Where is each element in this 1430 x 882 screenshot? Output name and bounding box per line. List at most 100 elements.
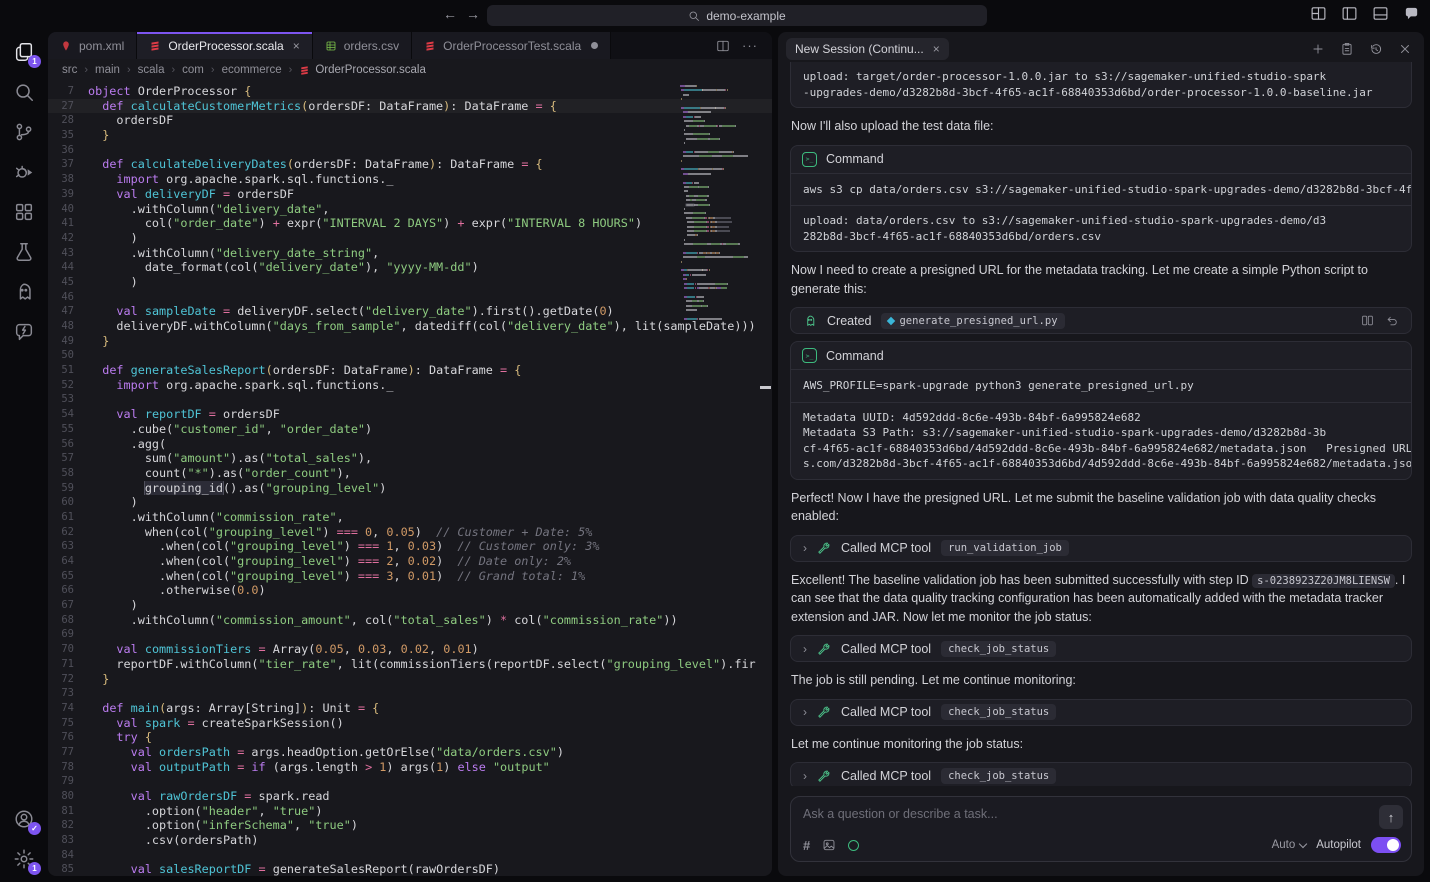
line-number: 85	[48, 862, 88, 876]
mcp-tool-name: check_job_status	[941, 641, 1056, 657]
breadcrumb-separator: ›	[211, 64, 215, 76]
command-search-box[interactable]: demo-example	[487, 5, 987, 26]
activity-bar-item-files[interactable]: 1	[13, 41, 35, 63]
chat-messages: upload: target/order-processor-1.0.0.jar…	[790, 62, 1412, 786]
code-line-62: 62 when(col("grouping_level") === 0, 0.0…	[48, 525, 772, 540]
editor-more-actions-icon[interactable]: ···	[742, 38, 758, 53]
attach-image-icon[interactable]	[822, 838, 836, 852]
nav-back-button[interactable]: ←	[443, 6, 457, 22]
activity-bar-item-source-control[interactable]	[13, 121, 35, 143]
context-hash-icon[interactable]: #	[803, 838, 810, 853]
code-line-60: 60 )	[48, 495, 772, 510]
chat-session-tab[interactable]: New Session (Continu... ×	[786, 38, 949, 60]
tab-close-icon[interactable]: ×	[293, 39, 300, 53]
close-panel-icon[interactable]	[1398, 42, 1412, 56]
mode-dropdown[interactable]: Auto	[1272, 839, 1307, 851]
code-line-49: 49 }	[48, 334, 772, 349]
mcp-tool-card-check_job_status[interactable]: ›Called MCP toolcheck_job_status	[790, 699, 1412, 726]
breadcrumb-item-src[interactable]: src	[62, 64, 77, 76]
mcp-tool-card-check_job_status[interactable]: ›Called MCP toolcheck_job_status	[790, 762, 1412, 786]
autopilot-toggle[interactable]	[1371, 837, 1401, 853]
code-line-63: 63 .when(col("grouping_level") === 1, 0.…	[48, 539, 772, 554]
code-line-70: 70 val commissionTiers = Array(0.05, 0.0…	[48, 642, 772, 657]
line-number: 72	[48, 672, 88, 687]
mcp-tool-card-check_job_status[interactable]: › Called MCP tool check_job_status	[790, 635, 1412, 662]
assistant-message: Excellent! The baseline validation job h…	[790, 569, 1412, 629]
code-line-51: 51 def generateSalesReport(ordersDF: Dat…	[48, 363, 772, 378]
expand-chevron-icon[interactable]: ›	[803, 541, 807, 555]
activity-bar-item-chat[interactable]	[13, 321, 35, 343]
toggle-panel-icon[interactable]	[1372, 5, 1389, 22]
command-text: aws s3 cp data/orders.csv s3://sagemaker…	[791, 174, 1411, 206]
breadcrumb-item-ecommerce[interactable]: ecommerce	[222, 64, 282, 76]
code-line-56: 56 .agg(	[48, 437, 772, 452]
line-number: 42	[48, 231, 88, 246]
editor-tab-pom.xml[interactable]: pom.xml	[48, 32, 137, 59]
split-editor-icon[interactable]	[716, 39, 730, 53]
line-number: 68	[48, 613, 88, 628]
breadcrumb-item-com[interactable]: com	[182, 64, 204, 76]
command-card: >_Commandaws s3 cp data/orders.csv s3://…	[790, 145, 1412, 253]
line-number: 55	[48, 422, 88, 437]
chat-bubble-icon[interactable]	[1403, 5, 1420, 22]
search-icon	[688, 10, 700, 22]
code-line-80: 80 val rawOrdersDF = spark.read	[48, 789, 772, 804]
line-number: 57	[48, 451, 88, 466]
code-editor[interactable]: 7object OrderProcessor {27 def calculate…	[48, 81, 772, 876]
line-number: 38	[48, 172, 88, 187]
toggle-sidebar-icon[interactable]	[1341, 5, 1358, 22]
line-number: 80	[48, 789, 88, 804]
chat-history-icon[interactable]	[1369, 42, 1383, 56]
editor-tab-OrderProcessorTest.scala[interactable]: OrderProcessorTest.scala	[412, 32, 611, 59]
chat-session-close-icon[interactable]: ×	[933, 42, 940, 56]
send-button[interactable]: ↑	[1379, 805, 1403, 829]
line-number: 51	[48, 363, 88, 378]
line-number: 36	[48, 143, 88, 158]
customize-layout-icon[interactable]	[1310, 5, 1327, 22]
mcp-status-icon[interactable]	[848, 840, 859, 851]
expand-chevron-icon[interactable]: ›	[803, 705, 807, 719]
line-number: 61	[48, 510, 88, 525]
line-number: 47	[48, 304, 88, 319]
command-label: Command	[826, 349, 884, 363]
mcp-label: Called MCP tool	[841, 541, 931, 555]
chat-input-box[interactable]: Ask a question or describe a task... ↑ #…	[790, 796, 1412, 862]
created-file-chip[interactable]: generate_presigned_url.py	[881, 313, 1064, 329]
editor-workspace: pom.xmlOrderProcessor.scala×orders.csvOr…	[48, 32, 772, 876]
minimap[interactable]	[680, 85, 756, 322]
breadcrumb-item-scala[interactable]: scala	[138, 64, 165, 76]
open-diff-icon[interactable]	[1361, 314, 1374, 327]
undo-icon[interactable]	[1386, 314, 1399, 327]
line-number: 66	[48, 583, 88, 598]
activity-bar-item-search[interactable]	[13, 81, 35, 103]
task-list-icon[interactable]	[1340, 42, 1354, 56]
activity-bar-item-debug[interactable]	[13, 161, 35, 183]
expand-chevron-icon[interactable]: ›	[803, 642, 807, 656]
code-line-41: 41 col("order_date") + expr("INTERVAL 2 …	[48, 216, 772, 231]
activity-bar-item-account[interactable]: ✓	[13, 808, 35, 830]
badge: ✓	[28, 822, 41, 835]
terminal-icon: >_	[802, 348, 817, 363]
editor-tab-orders.csv[interactable]: orders.csv	[313, 32, 412, 59]
activity-bar-item-ghost[interactable]	[13, 281, 35, 303]
line-number: 73	[48, 686, 88, 701]
code-line-43: 43 .withColumn("delivery_date_string",	[48, 246, 772, 261]
mcp-tool-card-run_validation_job[interactable]: ›Called MCP toolrun_validation_job	[790, 535, 1412, 562]
code-line-28: 28 ordersDF	[48, 113, 772, 128]
activity-bar-item-extensions[interactable]	[13, 201, 35, 223]
breadcrumb-file[interactable]: OrderProcessor.scala	[299, 64, 426, 76]
nav-forward-button[interactable]: →	[466, 6, 480, 22]
activity-bar-item-flask[interactable]	[13, 241, 35, 263]
mcp-tool-name: check_job_status	[941, 768, 1056, 784]
editor-tab-OrderProcessor.scala[interactable]: OrderProcessor.scala×	[137, 32, 312, 59]
expand-chevron-icon[interactable]: ›	[803, 769, 807, 783]
line-number: 54	[48, 407, 88, 422]
new-chat-icon[interactable]	[1311, 42, 1325, 56]
code-line-54: 54 val reportDF = ordersDF	[48, 407, 772, 422]
mcp-label: Called MCP tool	[841, 642, 931, 656]
code-line-39: 39 val deliveryDF = ordersDF	[48, 187, 772, 202]
code-line-35: 35 }	[48, 128, 772, 143]
code-line-7: 7object OrderProcessor {	[48, 84, 772, 99]
activity-bar-item-gear[interactable]: 1	[13, 848, 35, 870]
breadcrumb-item-main[interactable]: main	[95, 64, 120, 76]
